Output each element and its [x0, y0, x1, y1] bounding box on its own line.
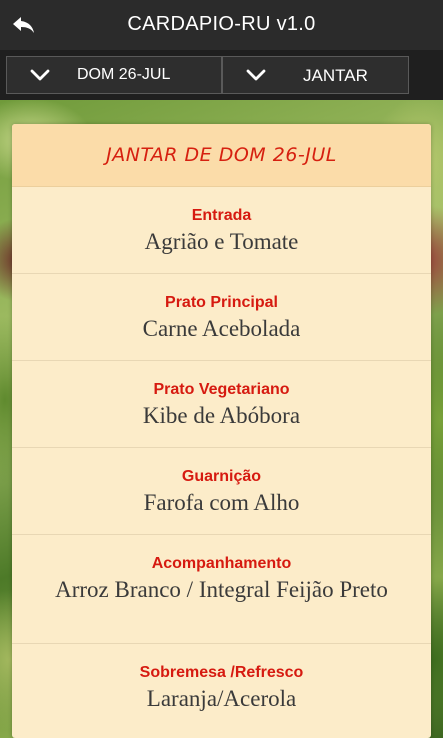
- course-dish: Farofa com Alho: [143, 490, 300, 515]
- course-dish: Agrião e Tomate: [144, 229, 299, 254]
- course-dish: Kibe de Abóbora: [142, 403, 301, 428]
- course-entrada: Entrada Agrião e Tomate: [12, 187, 431, 274]
- course-category: Guarnição: [181, 468, 262, 485]
- meal-selector[interactable]: JANTAR: [222, 56, 409, 94]
- chevron-down-icon: [30, 69, 50, 81]
- selector-bar: DOM 26-JUL JANTAR: [0, 50, 443, 100]
- course-dish: Carne Acebolada: [142, 316, 301, 341]
- course-acompanhamento: Acompanhamento Arroz Branco / Integral F…: [12, 535, 431, 644]
- app-title: CARDAPIO-RU v1.0: [127, 13, 316, 35]
- course-category: Acompanhamento: [151, 555, 292, 572]
- course-category: Prato Principal: [165, 294, 278, 311]
- course-dish: Laranja/Acerola: [146, 686, 297, 711]
- day-selector-label: DOM 26-JUL: [77, 66, 171, 83]
- app-bar: CARDAPIO-RU v1.0: [0, 0, 443, 50]
- chevron-down-icon: [246, 69, 266, 81]
- course-sobremesa: Sobremesa /Refresco Laranja/Acerola: [12, 644, 431, 738]
- menu-title: JANTAR DE DOM 26-JUL: [12, 124, 431, 187]
- course-category: Sobremesa /Refresco: [139, 664, 304, 681]
- course-dish: Arroz Branco / Integral Feijão Preto: [55, 577, 388, 602]
- course-prato-principal: Prato Principal Carne Acebolada: [12, 274, 431, 361]
- course-guarnicao: Guarnição Farofa com Alho: [12, 448, 431, 535]
- course-category: Prato Vegetariano: [153, 381, 290, 398]
- course-prato-vegetariano: Prato Vegetariano Kibe de Abóbora: [12, 361, 431, 448]
- menu-card: JANTAR DE DOM 26-JUL Entrada Agrião e To…: [12, 124, 431, 738]
- day-selector[interactable]: DOM 26-JUL: [6, 56, 222, 94]
- course-category: Entrada: [191, 207, 252, 224]
- meal-selector-label: JANTAR: [303, 66, 368, 85]
